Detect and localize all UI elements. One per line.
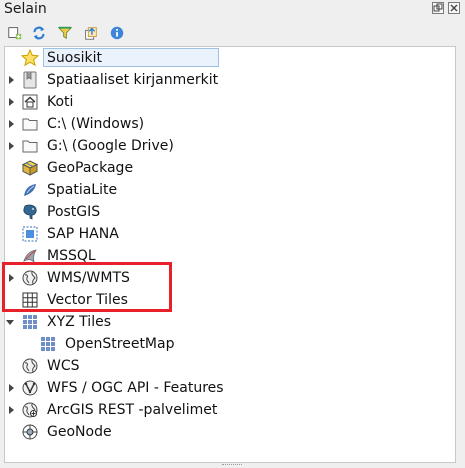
filter-button[interactable] [56,24,74,42]
tree-item-label: Spatiaaliset kirjanmerkit [47,72,219,88]
tree-item-favorites[interactable]: Suosikit [5,47,455,69]
tree-item-geopackage[interactable]: GeoPackage [5,157,455,179]
tree-item-spatialite[interactable]: SpatiaLite [5,179,455,201]
tree-item-label: GeoNode [47,424,112,440]
wfs-icon [21,379,39,397]
expand-arrow-icon[interactable] [6,273,16,283]
resize-grip[interactable] [222,464,242,468]
tree-item-xyz-tiles[interactable]: XYZ Tiles [5,311,455,333]
float-icon [433,3,443,12]
hana-icon [21,225,39,243]
arcgis-icon [21,401,39,419]
tree-item-label: WCS [47,358,80,374]
expand-arrow-icon[interactable] [6,119,16,129]
folder-icon [21,115,39,133]
tree-item-label: C:\ (Windows) [47,116,145,132]
vector-tiles-icon [21,291,39,309]
globe-icon [21,269,39,287]
tree-item-arcgis-rest[interactable]: ArcGIS REST -palvelimet [5,399,455,421]
collapse-all-button[interactable] [82,24,100,42]
browser-toolbar [0,20,465,46]
tree-item-geonode[interactable]: GeoNode [5,421,455,443]
properties-button[interactable] [108,24,126,42]
tree-item-spatial-bookmarks[interactable]: Spatiaaliset kirjanmerkit [5,69,455,91]
folder-icon [21,137,39,155]
expand-arrow-icon[interactable] [6,75,16,85]
tree-item-drive-g[interactable]: G:\ (Google Drive) [5,135,455,157]
tree-item-postgis[interactable]: PostGIS [5,201,455,223]
postgis-icon [21,203,39,221]
panel-titlebar: Selain [0,0,465,20]
expand-arrow-icon[interactable] [6,383,16,393]
geonode-icon [21,423,39,441]
panel-title: Selain [4,1,47,17]
add-layer-button[interactable] [6,24,24,42]
tree-item-wcs[interactable]: WCS [5,355,455,377]
tree-item-drive-c[interactable]: C:\ (Windows) [5,113,455,135]
tree-item-label: WMS/WMTS [47,270,130,286]
tree-item-label: SpatiaLite [47,182,118,198]
add-layer-icon [8,27,22,40]
tree-item-home[interactable]: Koti [5,91,455,113]
tree-item-label: XYZ Tiles [47,314,111,330]
tree-item-openstreetmap[interactable]: OpenStreetMap [5,333,455,355]
geopackage-icon [21,159,39,177]
filter-icon [57,26,73,40]
mssql-icon [21,247,39,265]
refresh-button[interactable] [30,24,48,42]
tree-item-label: ArcGIS REST -palvelimet [47,402,218,418]
tree-item-wms-wmts[interactable]: WMS/WMTS [5,267,455,289]
bookmark-icon [21,71,39,89]
expand-arrow-icon[interactable] [6,405,16,415]
tree-item-label: PostGIS [47,204,101,220]
home-icon [21,93,39,111]
tree-item-label: G:\ (Google Drive) [47,138,174,154]
close-panel-button[interactable] [448,2,460,14]
collapse-icon [85,27,97,40]
tree-item-label: Suosikit [47,50,102,66]
expand-arrow-icon[interactable] [6,141,16,151]
tree-item-label: SAP HANA [47,226,119,242]
browser-tree[interactable]: Suosikit Spatiaaliset kirjanmerkit Koti … [4,46,456,463]
xyz-tiles-icon [39,335,57,353]
close-icon [450,4,458,12]
tree-item-wfs[interactable]: WFS / OGC API - Features [5,377,455,399]
collapse-arrow-icon[interactable] [5,317,15,327]
tree-item-label: OpenStreetMap [65,336,175,352]
tree-item-sap-hana[interactable]: SAP HANA [5,223,455,245]
tree-item-mssql[interactable]: MSSQL [5,245,455,267]
refresh-icon [33,26,45,40]
tree-item-label: GeoPackage [47,160,134,176]
star-icon [21,49,39,67]
tree-item-label: MSSQL [47,248,96,264]
info-icon [110,26,124,40]
globe-icon [21,357,39,375]
tree-item-label: Koti [47,94,74,110]
tree-item-label: WFS / OGC API - Features [47,380,224,396]
xyz-tiles-icon [21,313,39,331]
tree-item-label: Vector Tiles [47,292,128,308]
expand-arrow-icon[interactable] [6,97,16,107]
spatialite-icon [21,181,39,199]
float-panel-button[interactable] [432,2,444,14]
tree-item-vector-tiles[interactable]: Vector Tiles [5,289,455,311]
